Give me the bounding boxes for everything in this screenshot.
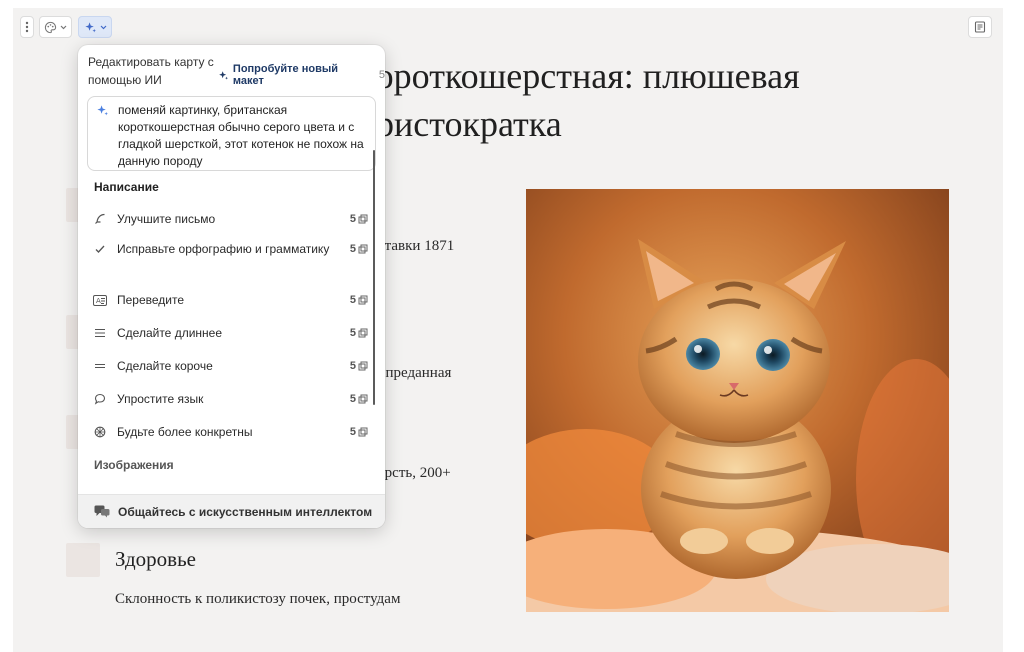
- speech-bubble-icon: [91, 393, 109, 405]
- credits-icon: [358, 394, 368, 404]
- ai-edit-button[interactable]: [78, 16, 112, 38]
- check-icon: [91, 243, 109, 255]
- ai-edit-popup: Редактировать карту с помощью ИИ Попробу…: [78, 45, 385, 528]
- credits-badge: 5: [350, 324, 368, 342]
- credits-icon: [358, 214, 368, 224]
- credits-badge: 5: [350, 291, 368, 309]
- exhibition-text: ставки 1871: [378, 238, 455, 254]
- writing-section-label: Написание: [94, 180, 159, 194]
- credits-badge: 5: [350, 240, 368, 258]
- menu-item-improve-writing[interactable]: Улучшите письмо 5: [88, 210, 368, 228]
- bullet-square: [66, 543, 100, 577]
- page-title: короткошерстная: плюшевая аристократка: [360, 56, 800, 144]
- coat-text: ерсть, 200+: [378, 465, 451, 481]
- credits-badge: 5: [350, 390, 368, 408]
- chat-icon: [94, 505, 110, 518]
- try-new-layout-label: Попробуйте новый макет: [232, 63, 338, 87]
- credits-icon: [358, 295, 368, 305]
- health-text: Склонность к поликистозу почек, простуда…: [115, 591, 401, 607]
- ai-prompt-input[interactable]: поменяй картинку, британская короткошерс…: [87, 96, 376, 171]
- credits-badge: 5: [350, 210, 368, 228]
- sparkle-icon: [97, 105, 108, 116]
- credits-icon: [358, 328, 368, 338]
- menu-item-fix-spelling[interactable]: Исправьте орфографию и грамматику 5: [88, 240, 368, 258]
- credits-badge: 5: [350, 357, 368, 375]
- feather-icon: [91, 213, 109, 225]
- kitten-photo[interactable]: [526, 189, 949, 612]
- notes-icon: [974, 21, 986, 33]
- try-new-layout-credits: 5: [378, 69, 385, 81]
- theme-button[interactable]: [39, 16, 72, 38]
- character-text: , преданная: [378, 365, 452, 381]
- menu-item-make-shorter[interactable]: Сделайте короче 5: [88, 357, 368, 375]
- vertical-dots-icon: [25, 21, 29, 33]
- menu-item-label: Сделайте короче: [117, 359, 213, 373]
- ai-prompt-text: поменяй картинку, британская короткошерс…: [118, 103, 364, 168]
- lines-shorter-icon: [91, 361, 109, 371]
- sparkle-icon: [84, 21, 96, 32]
- menu-item-label: Исправьте орфографию и грамматику: [117, 242, 330, 256]
- translate-icon: A: [91, 294, 109, 306]
- credits-icon: [358, 244, 368, 254]
- chat-with-ai-button[interactable]: Общайтесь с искусственным интеллектом: [78, 494, 385, 528]
- chat-with-ai-label: Общайтесь с искусственным интеллектом: [118, 504, 373, 519]
- credits-icon: [358, 427, 368, 437]
- sparkle-icon: [219, 70, 229, 80]
- menu-item-label: Переведите: [117, 293, 185, 307]
- popup-scrollbar[interactable]: [373, 150, 375, 405]
- notes-button[interactable]: [968, 16, 992, 38]
- popup-title: Редактировать карту с помощью ИИ: [88, 55, 214, 87]
- menu-item-label: Будьте более конкретны: [117, 425, 253, 439]
- health-heading: Здоровье: [115, 547, 196, 571]
- menu-item-simplify-language[interactable]: Упростите язык 5: [88, 390, 368, 408]
- menu-item-label: Упростите язык: [117, 392, 204, 406]
- chevron-down-icon: [60, 25, 67, 29]
- more-options-button[interactable]: [20, 16, 34, 38]
- credits-icon: [358, 361, 368, 371]
- lines-longer-icon: [91, 328, 109, 338]
- try-new-layout-button[interactable]: Попробуйте новый макет 5: [218, 63, 385, 87]
- menu-item-be-specific[interactable]: Будьте более конкретны 5: [88, 423, 368, 441]
- chevron-down-icon: [100, 25, 106, 29]
- palette-icon: [44, 21, 57, 33]
- menu-item-make-longer[interactable]: Сделайте длиннее 5: [88, 324, 368, 342]
- images-section-label: Изображения: [94, 458, 174, 472]
- menu-item-label: Улучшите письмо: [117, 212, 216, 226]
- menu-item-label: Сделайте длиннее: [117, 326, 222, 340]
- scroll-fade: [78, 482, 385, 494]
- menu-item-translate[interactable]: A Переведите 5: [88, 291, 368, 309]
- svg-text:A: A: [96, 297, 101, 305]
- credits-badge: 5: [350, 423, 368, 441]
- target-icon: [91, 426, 109, 438]
